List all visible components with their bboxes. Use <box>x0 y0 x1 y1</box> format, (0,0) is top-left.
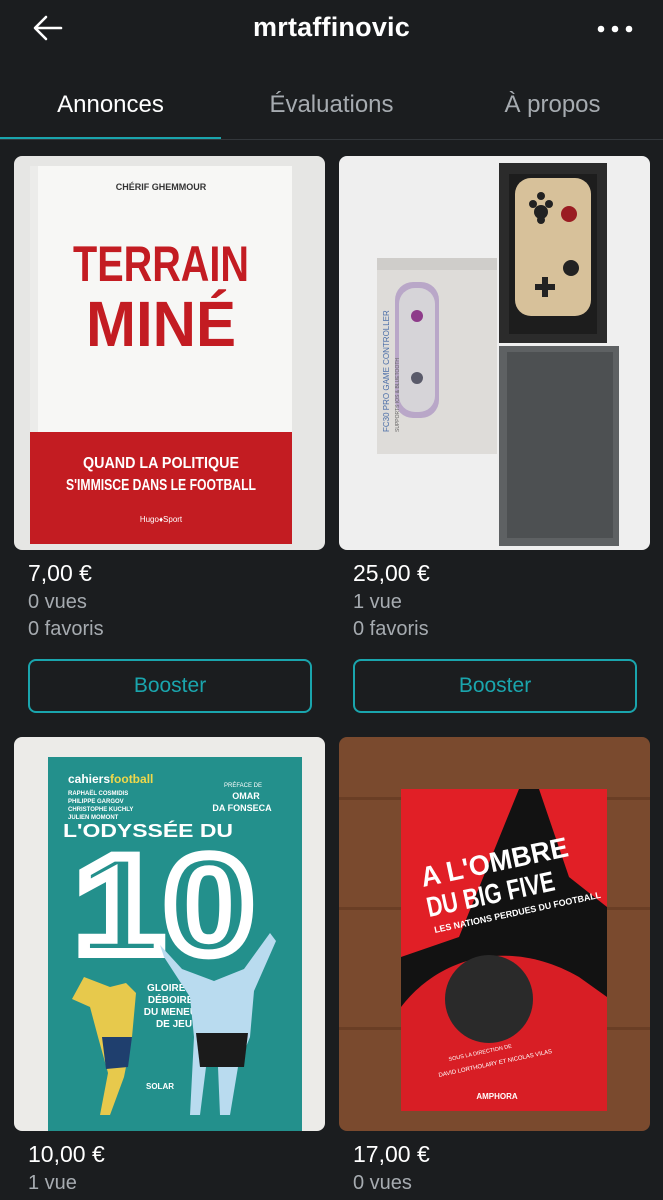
cover-publisher: Hugo♦Sport <box>140 515 183 524</box>
cover-author-1: RAPHAËL COSMIDIS <box>68 790 128 797</box>
listing-price: 17,00 € <box>353 1141 430 1167</box>
listing-price: 7,00 € <box>28 560 92 586</box>
cover-brand-prefix: cahiers <box>68 772 110 786</box>
more-options-button[interactable] <box>593 14 637 44</box>
listing-photo[interactable]: FC30 PRO GAME CONTROLLER SUPPORTS IOS & … <box>339 156 650 550</box>
cover-preface-name-1: OMAR <box>232 791 260 801</box>
booster-button[interactable]: Booster <box>28 659 312 713</box>
listing-photo[interactable]: CHÉRIF GHEMMOUR TERRAIN MINÉ QUAND LA PO… <box>14 156 325 550</box>
listing-card: CHÉRIF GHEMMOUR TERRAIN MINÉ QUAND LA PO… <box>14 156 325 713</box>
cover-publisher: SOLAR <box>146 1082 174 1091</box>
listing-views: 1 vue <box>353 591 402 613</box>
tab-a-propos[interactable]: À propos <box>442 78 663 140</box>
listing-card: cahiersfootball RAPHAËL COSMIDIS PHILIPP… <box>14 737 325 1195</box>
cover-preface-label: PRÉFACE DE <box>224 782 262 789</box>
listing-favorites: 0 favoris <box>28 618 104 640</box>
cover-preface-name-2: DA FONSECA <box>212 803 272 813</box>
cover-brand-suffix: football <box>110 772 153 786</box>
cover-subtitle-4: DE JEU <box>156 1019 192 1030</box>
cover-title-line2: MINÉ <box>86 288 236 360</box>
cover-author-2: PHILIPPE GARGOV <box>68 799 124 805</box>
box-text: FC30 PRO GAME CONTROLLER <box>382 310 391 432</box>
cover-publisher: AMPHORA <box>476 1092 518 1101</box>
cover-title-line1: TERRAIN <box>73 236 249 292</box>
listing-views: 1 vue <box>28 1172 77 1194</box>
cover-author-3: CHRISTOPHE KUCHLY <box>68 807 133 813</box>
tab-evaluations[interactable]: Évaluations <box>221 78 442 140</box>
more-horizontal-icon <box>597 25 633 33</box>
listing-price: 25,00 € <box>353 560 430 586</box>
top-bar: mrtaffinovic <box>0 0 663 58</box>
listing-views: 0 vues <box>28 591 87 613</box>
box-subtext: SUPPORTS IOS & BLUETOOTH <box>395 358 401 432</box>
listing-price: 10,00 € <box>28 1141 105 1167</box>
svg-text:cahiersfootball: cahiersfootball <box>68 772 153 786</box>
cover-author: CHÉRIF GHEMMOUR <box>116 182 207 192</box>
profile-username: mrtaffinovic <box>253 12 410 42</box>
cover-big-number: 10 <box>74 826 254 983</box>
tab-annonces[interactable]: Annonces <box>0 78 221 140</box>
listing-card: FC30 PRO GAME CONTROLLER SUPPORTS IOS & … <box>339 156 650 713</box>
cover-subtitle-line1: QUAND LA POLITIQUE <box>83 455 239 472</box>
listing-favorites: 0 favoris <box>353 618 429 640</box>
profile-tabs: Annonces Évaluations À propos <box>0 78 663 140</box>
listing-views: 0 vues <box>353 1172 412 1194</box>
booster-button[interactable]: Booster <box>353 659 637 713</box>
listing-card: A L'OMBRE DU BIG FIVE LES NATIONS PERDUE… <box>339 737 650 1195</box>
listing-photo[interactable]: A L'OMBRE DU BIG FIVE LES NATIONS PERDUE… <box>339 737 650 1131</box>
tabs-divider <box>0 139 663 140</box>
cover-subtitle-line2: S'IMMISCE DANS LE FOOTBALL <box>66 477 256 494</box>
listing-photo[interactable]: cahiersfootball RAPHAËL COSMIDIS PHILIPP… <box>14 737 325 1131</box>
